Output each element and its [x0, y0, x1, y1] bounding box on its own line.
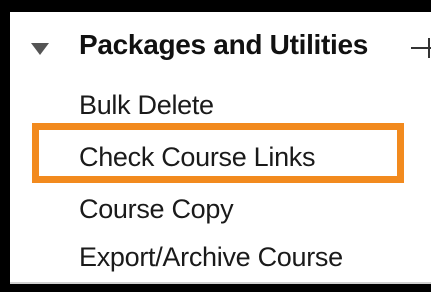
triangle-down-icon[interactable] [31, 43, 49, 55]
packages-utilities-panel: Packages and Utilities Bulk Delete Check… [10, 12, 431, 284]
arrow-right-icon[interactable] [411, 36, 431, 60]
divider [10, 282, 431, 284]
bulk-delete-link[interactable]: Bulk Delete [79, 90, 214, 121]
highlight-box [32, 123, 404, 183]
packages-and-utilities-header[interactable]: Packages and Utilities [10, 12, 431, 84]
export-archive-course-link[interactable]: Export/Archive Course [79, 242, 343, 273]
course-copy-link[interactable]: Course Copy [79, 194, 234, 225]
section-title: Packages and Utilities [79, 29, 369, 60]
